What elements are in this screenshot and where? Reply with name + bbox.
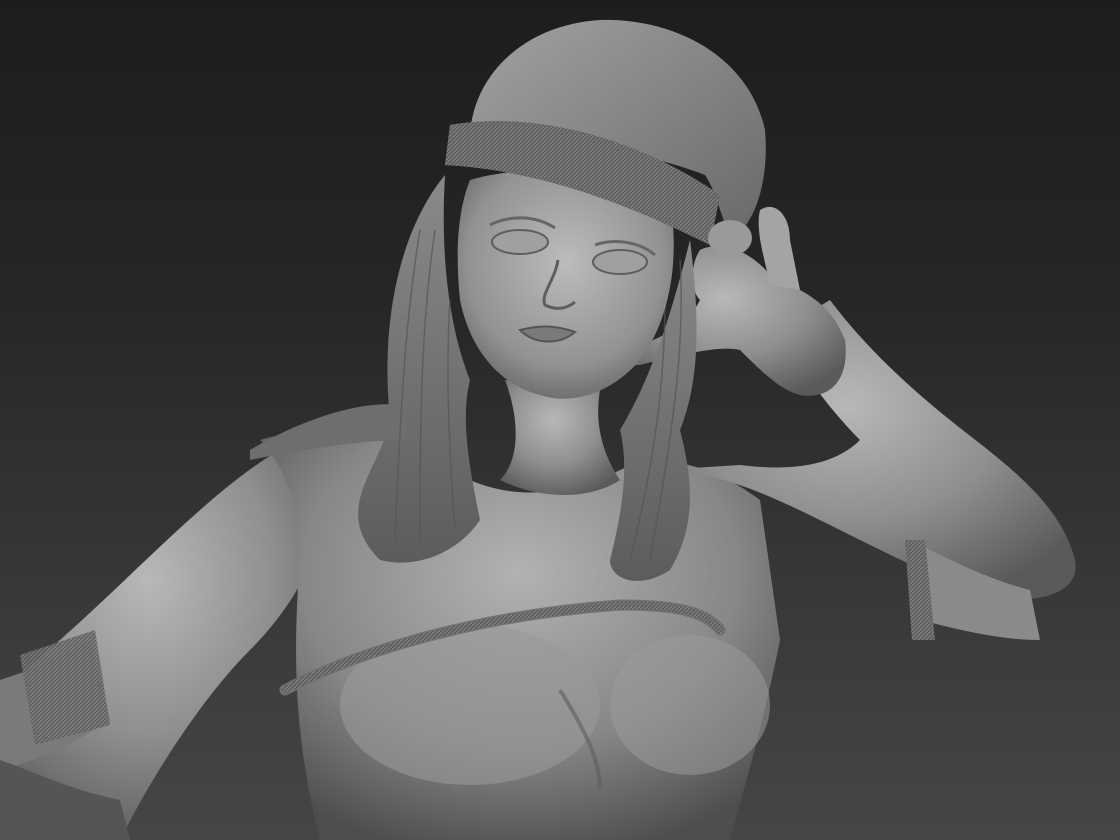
left-eye — [491, 229, 549, 255]
torso — [260, 430, 780, 840]
render-viewport — [0, 0, 1120, 840]
left-arm — [0, 440, 330, 840]
right-eye — [592, 249, 648, 275]
sculpture-render — [0, 19, 1076, 840]
